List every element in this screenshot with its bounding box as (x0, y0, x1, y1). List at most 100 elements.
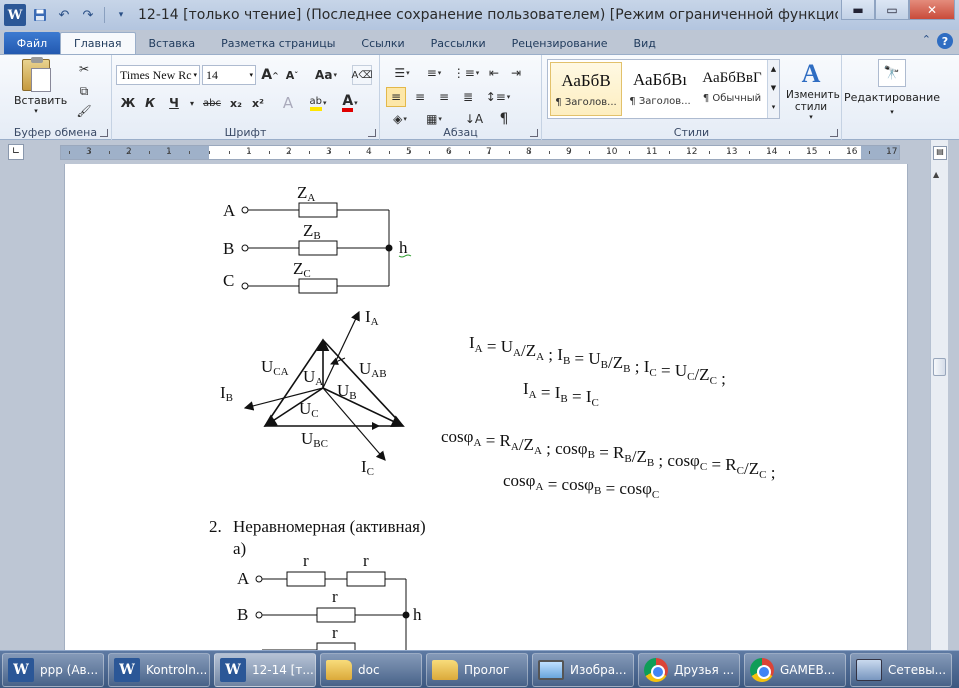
shrink-font-icon[interactable]: Aˇ (282, 65, 302, 85)
grow-font-icon[interactable]: A ^ (260, 65, 280, 85)
save-icon[interactable] (30, 5, 50, 25)
taskbar-item[interactable]: Wppp (Ав... (2, 653, 104, 687)
taskbar-item[interactable]: Изобра... (532, 653, 634, 687)
help-icon[interactable]: ? (937, 33, 953, 49)
phase-label-a2: A (237, 569, 250, 588)
copy-icon[interactable]: ⧉ (74, 81, 94, 101)
maximize-icon[interactable]: ▭ (875, 0, 909, 20)
font-group-label: Шрифт (224, 126, 267, 139)
phase-label-b2: B (237, 605, 248, 624)
tab-insert[interactable]: Вставка (136, 32, 209, 54)
tab-references[interactable]: Ссылки (348, 32, 417, 54)
bullets-icon[interactable]: ☰ ▾ (388, 63, 416, 83)
equation-subscript: A (511, 441, 519, 453)
taskbar-item-label: Пролог (464, 663, 510, 677)
ruler-tick (709, 151, 710, 154)
taskbar-item[interactable]: GAMEB... (744, 653, 846, 687)
taskbar-item[interactable]: W Kontroln... (108, 653, 210, 687)
word-app-icon[interactable]: W (4, 4, 26, 26)
horizontal-ruler[interactable]: 3211234567891011121314151617 (60, 145, 900, 160)
font-launcher-icon[interactable] (368, 129, 376, 137)
superscript-button[interactable]: x² (248, 93, 268, 113)
tab-file[interactable]: Файл (4, 32, 60, 54)
scroll-thumb[interactable] (933, 358, 946, 376)
window-controls: ▬ ▭ ✕ (841, 0, 955, 20)
ruler-tick (69, 151, 70, 154)
multilevel-list-icon[interactable]: ⋮≡ ▾ (452, 63, 480, 83)
change-case-icon[interactable]: Aa ▾ (312, 65, 340, 85)
equation-term: ; (717, 369, 726, 388)
change-styles-button[interactable]: A Изменить стили ▾ (786, 59, 840, 121)
vertical-scrollbar[interactable]: ▲ (930, 140, 948, 650)
view-ruler-icon[interactable]: ▤ (933, 146, 947, 160)
align-center-icon[interactable]: ≡ (410, 87, 430, 107)
taskbar-item[interactable]: Пролог (426, 653, 528, 687)
text-effects-icon[interactable]: A (278, 93, 298, 113)
list-number: 2. (209, 517, 222, 536)
current-vector-a (322, 310, 360, 389)
align-right-icon[interactable]: ≡ (434, 87, 454, 107)
gallery-scroll[interactable]: ▲ ▼ ▾ (767, 60, 779, 118)
strikethrough-button[interactable]: abc (200, 93, 224, 113)
equation-term: U (675, 361, 687, 380)
highlight-color-icon[interactable]: ab ▾ (308, 93, 328, 113)
paragraph-launcher-icon[interactable] (530, 129, 538, 137)
undo-icon[interactable]: ↶ (54, 5, 74, 25)
format-painter-icon[interactable]: 🖌 (74, 101, 94, 121)
ribbon: Вставить ▾ ✂ ⧉ 🖌 Буфер обмена Times New … (0, 54, 959, 141)
taskbar: Wppp (Ав... W Kontroln... W 12-14 [т... doc Пр… (0, 650, 959, 688)
style-heading1[interactable]: АаБбВ ¶ Заголов... (550, 62, 622, 116)
styles-launcher-icon[interactable] (830, 129, 838, 137)
redo-icon[interactable]: ↷ (78, 5, 98, 25)
clear-formatting-icon[interactable]: A⌫ (352, 65, 373, 85)
customize-qat-icon[interactable]: ▾ (111, 5, 131, 25)
taskbar-item[interactable]: W 12-14 [т... (214, 653, 316, 687)
font-name-combobox[interactable]: Times New Rc ▾ (116, 65, 200, 85)
underline-dropdown-icon[interactable]: ▾ (182, 93, 202, 113)
close-icon[interactable]: ✕ (909, 0, 955, 20)
tab-view[interactable]: Вид (621, 32, 669, 54)
tab-selector-icon[interactable]: ∟ (8, 144, 24, 160)
scroll-up-icon[interactable]: ▲ (933, 170, 939, 179)
taskbar-item[interactable]: Сетевы... (850, 653, 952, 687)
taskbar-item[interactable]: Друзья ... (638, 653, 740, 687)
tab-review[interactable]: Рецензирование (499, 32, 621, 54)
subscript-button[interactable]: x₂ (226, 93, 246, 113)
line-spacing-icon[interactable]: ↕≡ ▾ (484, 87, 512, 107)
equation-subscript: A (535, 481, 543, 493)
impedance-label-c: ZC (293, 259, 311, 280)
styles-group-label: Стили (673, 126, 710, 139)
ruler-tick (829, 151, 830, 154)
font-size-combobox[interactable]: 14 ▾ (202, 65, 256, 85)
justify-icon[interactable]: ≣ (458, 87, 478, 107)
taskbar-item[interactable]: doc (320, 653, 422, 687)
minimize-icon[interactable]: ▬ (841, 0, 875, 20)
style-name: ¶ Заголов... (555, 97, 617, 108)
bold-button[interactable]: Ж (118, 93, 138, 113)
increase-indent-icon[interactable]: ⇥ (506, 63, 526, 83)
underline-button[interactable]: Ч (164, 93, 184, 113)
ruler-tick (649, 151, 650, 154)
current-label-b: IB (220, 383, 233, 404)
editing-button[interactable]: Редактирование ▾ (842, 91, 942, 117)
decrease-indent-icon[interactable]: ⇤ (484, 63, 504, 83)
font-color-icon[interactable]: A ▾ (340, 93, 360, 113)
tab-page-layout[interactable]: Разметка страницы (208, 32, 348, 54)
tab-home[interactable]: Главная (60, 32, 136, 54)
ruler-tick (749, 151, 750, 154)
paste-button[interactable]: Вставить ▾ (14, 57, 67, 115)
numbering-icon[interactable]: ≡ ▾ (420, 63, 448, 83)
style-heading2[interactable]: АаБбВı ¶ Заголов... (624, 62, 696, 116)
italic-button[interactable]: К (140, 93, 160, 113)
binoculars-icon[interactable]: 🔭 (878, 59, 906, 87)
align-left-icon[interactable]: ≡ (386, 87, 406, 107)
impedance-label-b: ZB (303, 221, 321, 242)
cut-icon[interactable]: ✂ (74, 59, 94, 79)
document-page[interactable]: A B C ZA ZB ZC h IA IB IC UCA UAB UBC UA… (64, 164, 908, 650)
clipboard-launcher-icon[interactable] (100, 129, 108, 137)
equation-subscript: B (563, 355, 570, 367)
style-normal[interactable]: АаБбВвГ ¶ Обычный (696, 62, 768, 116)
tab-mailings[interactable]: Рассылки (418, 32, 499, 54)
ribbon-collapse-icon[interactable]: ⌃ (922, 33, 931, 49)
phase-voltage-label-c: UC (299, 399, 319, 420)
